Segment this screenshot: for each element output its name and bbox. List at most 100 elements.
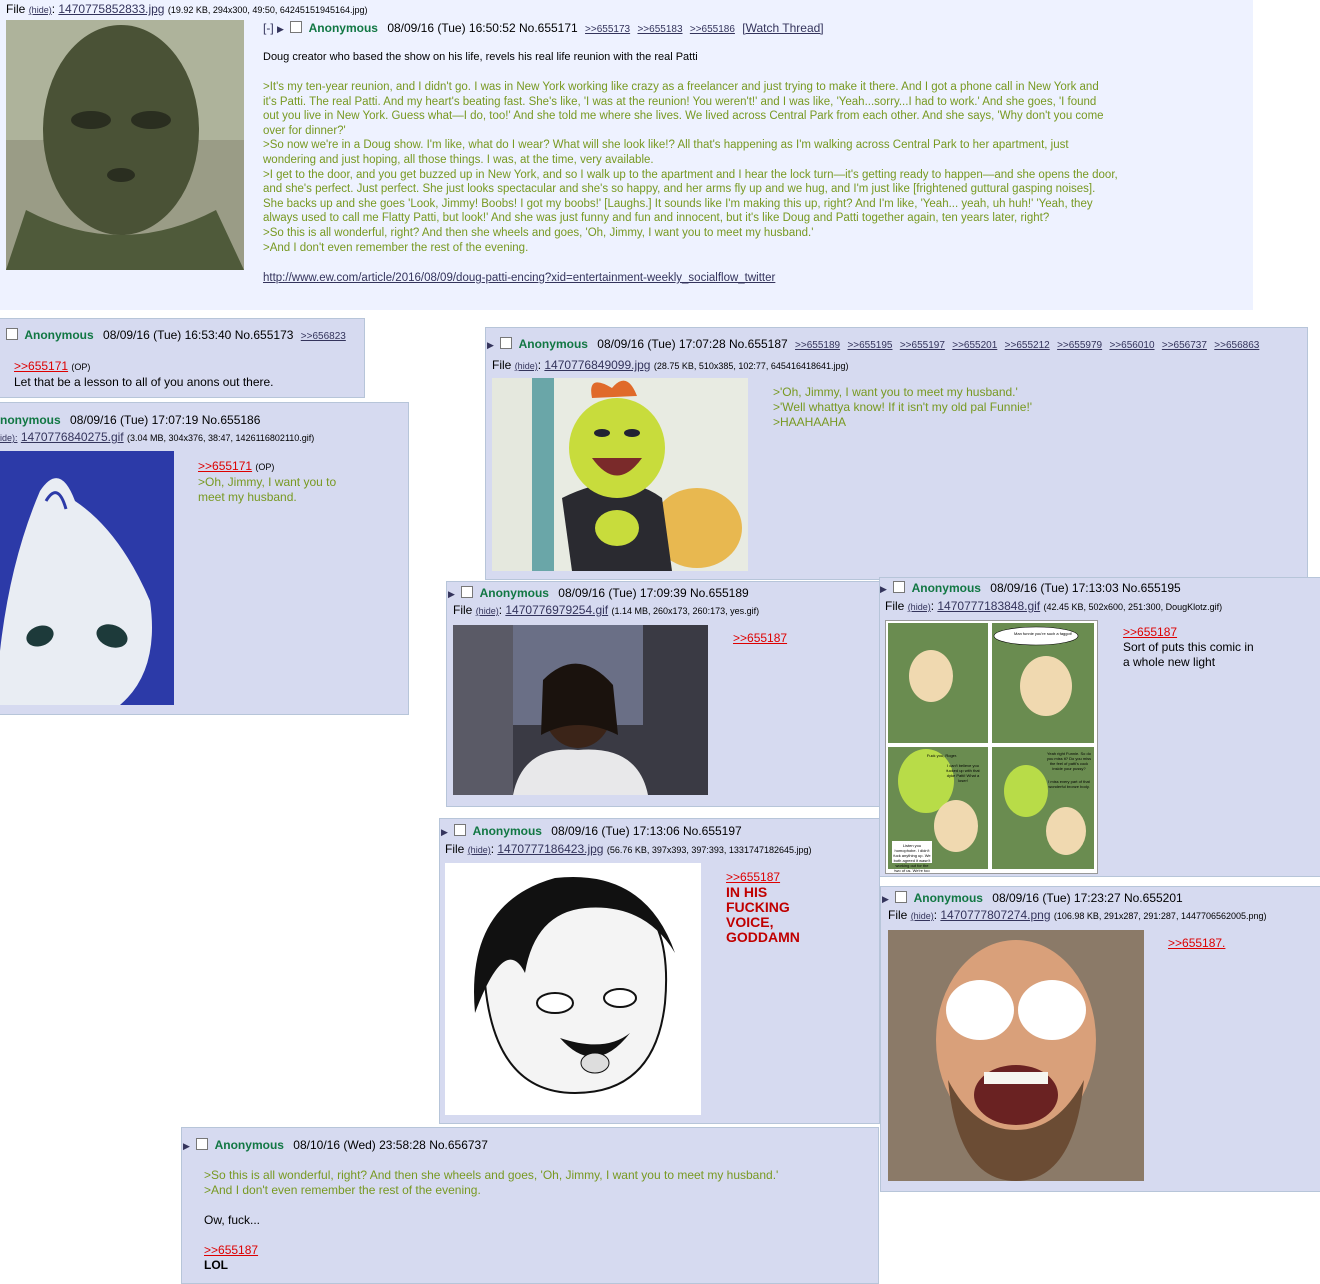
post-checkbox[interactable] <box>500 337 513 349</box>
post-number[interactable]: No.655187 <box>729 337 788 351</box>
hide-link[interactable]: (hide) <box>476 606 499 616</box>
watch-thread-link[interactable]: [Watch Thread] <box>742 21 823 35</box>
menu-arrow-icon[interactable]: ▶ <box>277 24 284 34</box>
manga-image[interactable] <box>445 863 701 1115</box>
post-checkbox[interactable] <box>461 586 474 598</box>
post-number[interactable]: No.655201 <box>1124 891 1183 905</box>
red-text-line: FUCKING <box>726 899 790 915</box>
expand-button[interactable]: [-] <box>263 21 274 35</box>
greentext-line: wondering and just hoping, all those thi… <box>263 153 654 166</box>
poster-name: Anonymous <box>214 1138 284 1152</box>
poster-name: Anonymous <box>518 337 588 351</box>
post-number[interactable]: No.655173 <box>235 328 294 342</box>
file-meta: (106.98 KB, 291x287, 291:287, 1447706562… <box>1053 911 1267 921</box>
file-link[interactable]: 1470776840275.gif <box>21 430 124 444</box>
menu-arrow-icon[interactable]: ▶ <box>441 827 448 837</box>
post-file-info: File (hide): 1470776979254.gif (1.14 MB,… <box>453 603 760 617</box>
quotelink[interactable]: >>655212 <box>1005 340 1050 351</box>
cartoon-laughing-image[interactable] <box>492 378 748 571</box>
greentext-line: meet my husband. <box>198 490 297 504</box>
reply-reference-link[interactable]: >>655171 <box>198 459 252 473</box>
greentext-line: >So now we're in a Doug show. I'm like, … <box>263 139 1069 152</box>
red-text-line: VOICE, <box>726 914 774 930</box>
file-meta: (42.45 KB, 502x600, 251:300, DougKlotz.g… <box>1043 602 1223 612</box>
greentext-line: >Oh, Jimmy, I want you to <box>198 475 337 489</box>
post-number[interactable]: No.655171 <box>519 21 578 35</box>
greentext-line: >So this is all wonderful, right? And th… <box>263 226 814 239</box>
file-link[interactable]: 1470777183848.gif <box>937 599 1040 613</box>
post-header: ▶ Anonymous 08/09/16 (Tue) 17:13:03 No.6… <box>880 581 1181 595</box>
reply-reference-link[interactable]: >>655187 <box>726 870 780 884</box>
menu-arrow-icon[interactable]: ▶ <box>183 1141 190 1151</box>
post-checkbox[interactable] <box>196 1138 209 1150</box>
reply-reference-link[interactable]: >>655187 <box>1123 625 1177 639</box>
quotelink[interactable]: >>655195 <box>847 340 892 351</box>
menu-arrow-icon[interactable]: ▶ <box>487 340 494 350</box>
file-link[interactable]: 1470777807274.png <box>940 908 1050 922</box>
quotelink[interactable]: >>656010 <box>1109 340 1154 351</box>
quotelink[interactable]: >>655979 <box>1057 340 1102 351</box>
post-checkbox[interactable] <box>895 891 908 903</box>
quotelink[interactable]: >>656863 <box>1214 340 1259 351</box>
post-number[interactable]: No.655197 <box>683 824 742 838</box>
hide-link[interactable]: (hide) <box>468 845 491 855</box>
quotelink[interactable]: >>655189 <box>795 340 840 351</box>
greentext-line: >HAAHAAHA <box>773 415 847 429</box>
comic-bubble-text: I can't believe you fucked up with that … <box>946 763 980 783</box>
file-link[interactable]: 1470776979254.gif <box>505 603 608 617</box>
post-body: >>655187 IN HIS FUCKING VOICE, GODDAMN <box>726 870 800 945</box>
quotelink[interactable]: >>655197 <box>900 340 945 351</box>
man-laughing-gif[interactable] <box>453 625 708 795</box>
post-number[interactable]: No.655195 <box>1122 581 1181 595</box>
file-link[interactable]: 1470775852833.jpg <box>58 2 164 16</box>
doug-comic-image[interactable]: Man funnie you're such a faggot! Fuck yo… <box>885 620 1098 874</box>
op-tag: (OP) <box>71 362 91 372</box>
post-header: ▶ Anonymous 08/09/16 (Tue) 17:13:06 No.6… <box>441 824 742 838</box>
post-checkbox[interactable] <box>6 328 18 340</box>
greentext-line: >'Well whattya know! If it isn't my old … <box>773 400 1033 414</box>
menu-arrow-icon[interactable]: ▶ <box>880 584 887 594</box>
poster-name: nonymous <box>0 413 61 427</box>
post-checkbox[interactable] <box>893 581 906 593</box>
quotelink[interactable]: >>655173 <box>585 24 630 35</box>
post-checkbox[interactable] <box>290 21 303 33</box>
file-meta: (19.92 KB, 294x300, 49:50, 6424515194516… <box>167 5 368 15</box>
quotelink[interactable]: >>656823 <box>301 331 346 342</box>
hide-link[interactable]: (hide) <box>515 361 538 371</box>
post-datetime: 08/09/16 (Tue) 17:07:19 <box>70 413 199 427</box>
post-file-info: File (hide): 1470777183848.gif (42.45 KB… <box>885 599 1223 613</box>
file-link[interactable]: 1470776849099.jpg <box>544 358 650 372</box>
post-header: ▶ Anonymous 08/09/16 (Tue) 17:09:39 No.6… <box>448 586 749 600</box>
glowing-eyes-man-image[interactable] <box>888 930 1144 1181</box>
file-label: File <box>888 908 908 922</box>
hide-link[interactable]: (hide) <box>29 5 52 15</box>
hide-link[interactable]: ide): <box>0 433 18 443</box>
post-checkbox[interactable] <box>454 824 467 836</box>
hide-link[interactable]: (hide) <box>908 602 931 612</box>
quotelink[interactable]: >>656737 <box>1162 340 1207 351</box>
quotelink[interactable]: >>655186 <box>690 24 735 35</box>
reply-reference-link[interactable]: >>655187 <box>733 631 787 645</box>
post-number[interactable]: No.655186 <box>202 413 261 427</box>
quotelink[interactable]: >>655201 <box>952 340 997 351</box>
reply-reference-link[interactable]: >>655187. <box>1168 936 1225 950</box>
post-number[interactable]: No.656737 <box>429 1138 488 1152</box>
reply-655195: ▶ Anonymous 08/09/16 (Tue) 17:13:03 No.6… <box>879 577 1320 877</box>
post-number[interactable]: No.655189 <box>690 586 749 600</box>
reply-reference-link[interactable]: >>655187 <box>204 1243 258 1257</box>
file-label: File <box>445 842 465 856</box>
greentext-line: >It's my ten-year reunion, and I didn't … <box>263 81 1099 93</box>
article-url-link[interactable]: http://www.ew.com/article/2016/08/09/dou… <box>263 271 775 286</box>
menu-arrow-icon[interactable]: ▶ <box>882 894 889 904</box>
quotelink[interactable]: >>655183 <box>637 24 682 35</box>
reply-reference-link[interactable]: >>655171 <box>14 359 68 373</box>
comic-bubble-text: Yeah right Funnie. So do you miss it? Do… <box>1046 751 1092 771</box>
alien-image[interactable] <box>0 451 174 705</box>
op-image-balaclava[interactable] <box>6 20 244 270</box>
file-link[interactable]: 1470777186423.jpg <box>497 842 603 856</box>
hide-link[interactable]: (hide) <box>911 911 934 921</box>
post-text: Let that be a lesson to all of you anons… <box>14 375 274 389</box>
op-tag: (OP) <box>255 462 275 472</box>
post-datetime: 08/09/16 (Tue) 17:07:28 <box>597 337 726 351</box>
menu-arrow-icon[interactable]: ▶ <box>448 589 455 599</box>
